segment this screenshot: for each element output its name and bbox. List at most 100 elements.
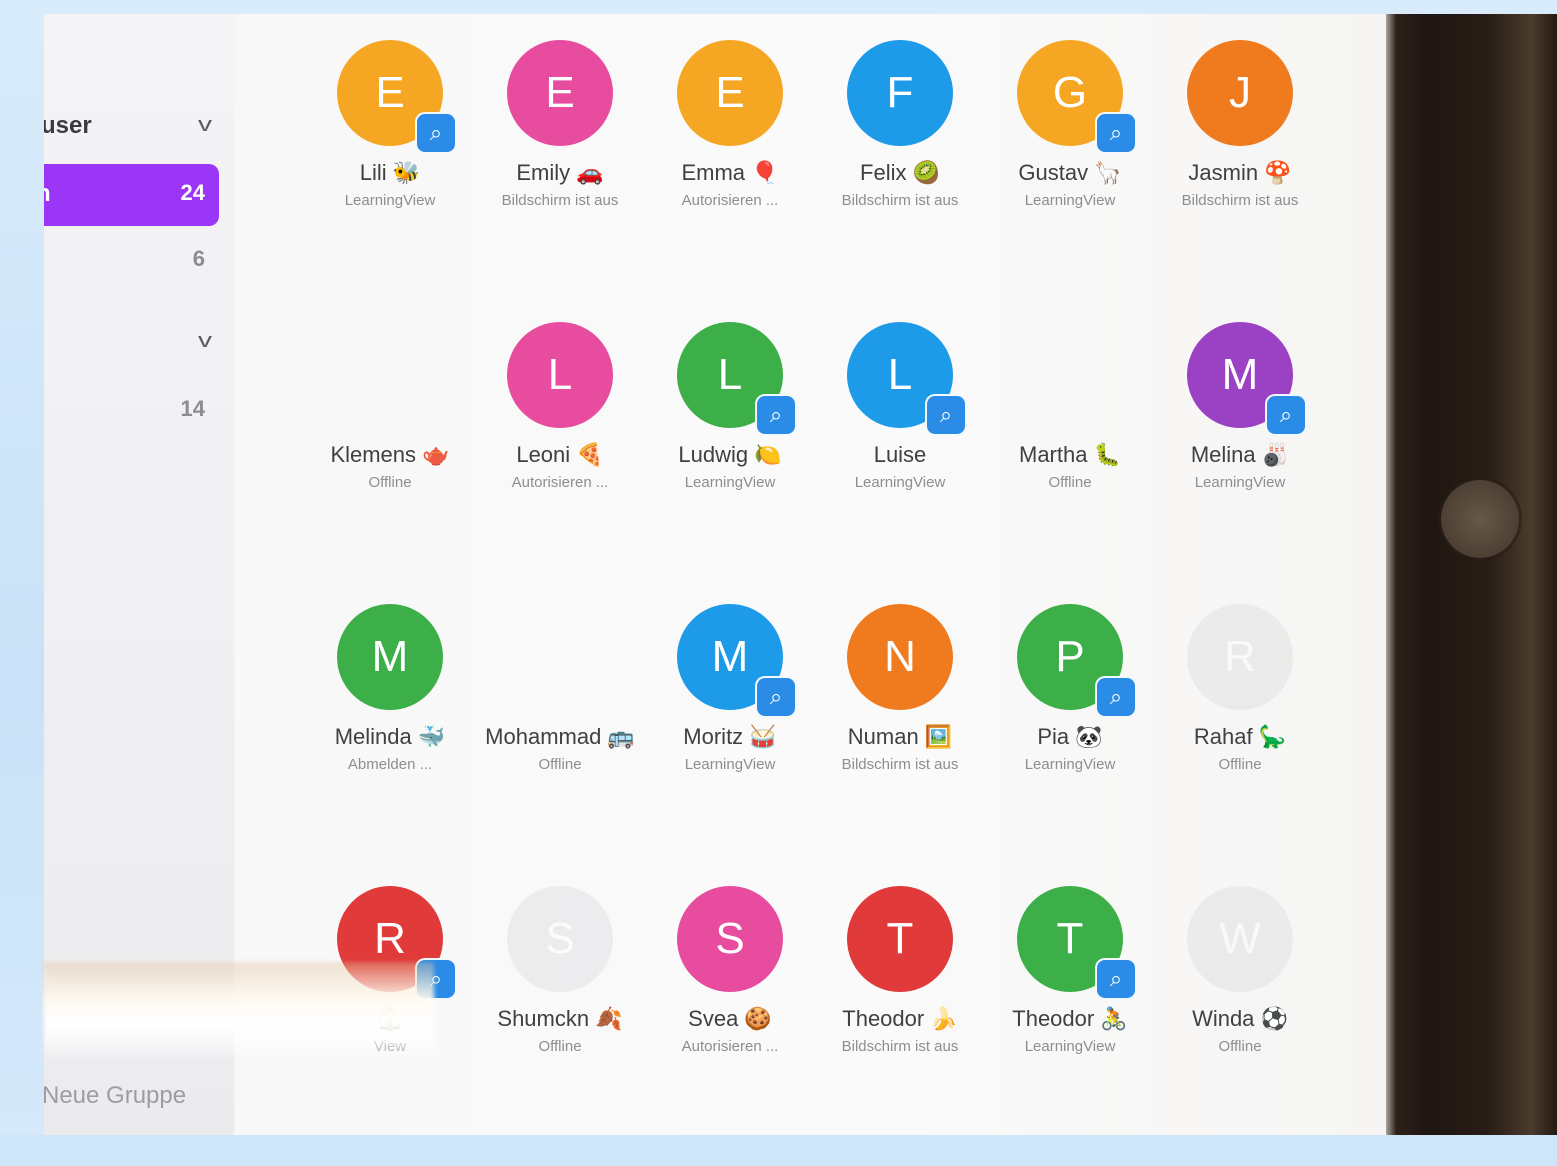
avatar[interactable]: T [847, 886, 953, 992]
student-status: LearningView [1024, 192, 1116, 209]
sidebar-item-group[interactable]: 6 [44, 230, 219, 292]
avatar[interactable]: M [337, 604, 443, 710]
student-name: Shumckn 🍂 [497, 1006, 623, 1031]
magnifier-icon[interactable]: ⌕ [1097, 678, 1135, 716]
sidebar-item-group[interactable]: 14 [44, 380, 219, 442]
student-tile[interactable]: R ⌕ 🏠 View [305, 884, 475, 1166]
magnifier-icon[interactable]: ⌕ [757, 396, 795, 434]
student-status: Abmelden ... [347, 756, 433, 773]
student-name: Leoni 🍕 [516, 442, 604, 467]
student-status: Autorisieren ... [681, 192, 779, 209]
sidebar: user v n 24 6 v 14 Neue Gruppe [44, 14, 234, 1135]
sidebar-item-active-group[interactable]: n 24 [44, 164, 219, 226]
student-tile[interactable]: W Winda ⚽ Offline [1155, 884, 1325, 1166]
sidebar-section-header[interactable]: v [44, 322, 234, 362]
sidebar-item-count: 6 [192, 246, 205, 271]
student-status: Bildschirm ist aus [501, 192, 619, 209]
avatar[interactable]: E [677, 40, 783, 146]
student-name: Ludwig 🍋 [678, 442, 782, 467]
student-name: Melinda 🐳 [334, 724, 446, 749]
student-tile[interactable]: E Emily 🚗 Bildschirm ist aus [475, 38, 645, 320]
student-tile[interactable]: N Numan 🖼️ Bildschirm ist aus [815, 602, 985, 884]
student-tile[interactable]: P ⌕ Pia 🐼 LearningView [985, 602, 1155, 884]
student-status: LearningView [344, 192, 436, 209]
avatar[interactable]: J [1187, 40, 1293, 146]
student-grid-panel: E ⌕ Lili 🐝 LearningView E Emily 🚗 Bildschirm i… [236, 14, 1386, 1135]
magnifier-icon[interactable]: ⌕ [417, 960, 455, 998]
magnifier-icon[interactable]: ⌕ [1097, 960, 1135, 998]
student-name: Mohammad 🚌 [485, 724, 635, 749]
student-status: Autorisieren ... [511, 474, 609, 491]
student-tile[interactable]: J Jasmin 🍄 Bildschirm ist aus [1155, 38, 1325, 320]
avatar[interactable]: S [507, 886, 613, 992]
student-status: LearningView [1024, 756, 1116, 773]
sidebar-item-count: 14 [180, 396, 205, 421]
student-tile[interactable]: S Shumckn 🍂 Offline [475, 884, 645, 1166]
student-tile[interactable]: M ⌕ Moritz 🥁 LearningView [645, 602, 815, 884]
student-name: Emily 🚗 [516, 160, 604, 185]
student-name: Felix 🥝 [860, 160, 940, 185]
student-status: LearningView [1024, 1038, 1116, 1055]
chevron-down-icon[interactable]: v [198, 114, 212, 137]
student-tile[interactable]: E ⌕ Lili 🐝 LearningView [305, 38, 475, 320]
student-status: Offline [1218, 1038, 1262, 1055]
student-tile[interactable]: M Melinda 🐳 Abmelden ... [305, 602, 475, 884]
student-tile[interactable]: G ⌕ Gustav 🦙 LearningView [985, 38, 1155, 320]
student-status: LearningView [1194, 474, 1286, 491]
avatar[interactable]: N [847, 604, 953, 710]
avatar[interactable]: R [1187, 604, 1293, 710]
student-name: Moritz 🥁 [683, 724, 777, 749]
student-name: Svea 🍪 [688, 1006, 772, 1031]
avatar[interactable]: E [507, 40, 613, 146]
student-name: Winda ⚽ [1192, 1006, 1288, 1031]
magnifier-icon[interactable]: ⌕ [927, 396, 965, 434]
student-status: Bildschirm ist aus [1181, 192, 1299, 209]
student-tile[interactable]: L Leoni 🍕 Autorisieren ... [475, 320, 645, 602]
student-status: Autorisieren ... [681, 1038, 779, 1055]
avatar[interactable]: S [677, 886, 783, 992]
student-name: Jasmin 🍄 [1188, 160, 1292, 185]
student-tile[interactable]: M ⌕ Melina 🎳 LearningView [1155, 320, 1325, 602]
student-tile[interactable]: T Theodor 🍌 Bildschirm ist aus [815, 884, 985, 1166]
student-status: Bildschirm ist aus [841, 756, 959, 773]
student-status: Offline [1048, 474, 1092, 491]
student-status: LearningView [854, 474, 946, 491]
magnifier-icon[interactable]: ⌕ [1097, 114, 1135, 152]
student-tile[interactable]: Klemens 🫖 Offline [305, 320, 475, 602]
student-status: View [373, 1038, 407, 1055]
student-name: Pia 🐼 [1037, 724, 1103, 749]
avatar[interactable]: F [847, 40, 953, 146]
student-tile[interactable]: Martha 🐛 Offline [985, 320, 1155, 602]
student-name: Theodor 🍌 [842, 1006, 958, 1031]
student-tile[interactable]: E Emma 🎈 Autorisieren ... [645, 38, 815, 320]
student-status: LearningView [684, 756, 776, 773]
student-tile[interactable]: L ⌕ Luise LearningView [815, 320, 985, 602]
student-name: Emma 🎈 [681, 160, 779, 185]
student-name: Gustav 🦙 [1018, 160, 1122, 185]
tablet-bezel [1386, 14, 1557, 1135]
student-tile[interactable]: T ⌕ Theodor 🚴 LearningView [985, 884, 1155, 1166]
magnifier-icon[interactable]: ⌕ [757, 678, 795, 716]
magnifier-icon[interactable]: ⌕ [417, 114, 455, 152]
student-status: Offline [368, 474, 412, 491]
student-status: Bildschirm ist aus [841, 192, 959, 209]
student-tile[interactable]: S Svea 🍪 Autorisieren ... [645, 884, 815, 1166]
student-name: 🏠 [376, 1006, 404, 1031]
student-name: Luise [873, 442, 927, 467]
student-grid: E ⌕ Lili 🐝 LearningView E Emily 🚗 Bildschirm i… [305, 38, 1325, 1118]
student-tile[interactable]: Mohammad 🚌 Offline [475, 602, 645, 884]
student-tile[interactable]: L ⌕ Ludwig 🍋 LearningView [645, 320, 815, 602]
student-status: Offline [538, 1038, 582, 1055]
avatar[interactable]: L [507, 322, 613, 428]
sidebar-section-header[interactable]: user v [44, 106, 234, 146]
student-tile[interactable]: R Rahaf 🦕 Offline [1155, 602, 1325, 884]
chevron-down-icon[interactable]: v [198, 330, 212, 353]
new-group-button[interactable]: Neue Gruppe [44, 1082, 186, 1110]
student-tile[interactable]: F Felix 🥝 Bildschirm ist aus [815, 38, 985, 320]
sidebar-item-count: 24 [180, 180, 205, 205]
magnifier-icon[interactable]: ⌕ [1267, 396, 1305, 434]
avatar[interactable]: W [1187, 886, 1293, 992]
home-button[interactable] [1441, 480, 1519, 558]
sidebar-section-label: user [44, 112, 92, 139]
student-name: Theodor 🚴 [1012, 1006, 1128, 1031]
